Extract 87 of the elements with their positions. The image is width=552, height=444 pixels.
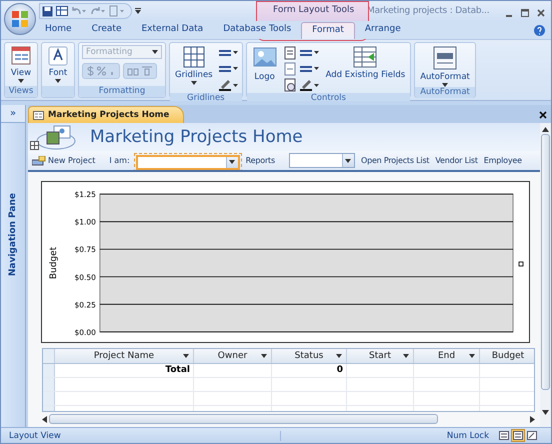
navigation-pane-label[interactable]: Navigation Pane: [8, 193, 18, 276]
view-button[interactable]: [525, 429, 539, 442]
scroll-right-icon[interactable]: [530, 416, 535, 422]
font-button[interactable]: Font: [45, 45, 71, 83]
form-title: Marketing Projects Home: [90, 127, 303, 147]
sort-arrow-icon: [336, 354, 342, 358]
logo-icon: [10, 9, 30, 29]
y-axis-label: Budget: [48, 246, 59, 280]
font-icon: [47, 45, 69, 67]
view-button[interactable]: [511, 429, 525, 442]
link[interactable]: Vendor List: [435, 156, 478, 165]
ribbon-tab[interactable]: Arrange: [354, 22, 411, 39]
window-title: Marketing projects : Datab...: [367, 6, 490, 16]
gridlines-button[interactable]: Gridlines: [173, 45, 215, 85]
table-cell: 0: [272, 364, 347, 377]
document-icon: [284, 46, 296, 60]
page-number-button[interactable]: [284, 61, 296, 77]
dropdown-field[interactable]: [288, 153, 355, 168]
dropdown-arrow-icon: [229, 160, 236, 164]
ribbon-tab[interactable]: Home: [35, 22, 82, 39]
link[interactable]: Open Projects List: [360, 156, 430, 165]
form-icon: [33, 110, 44, 120]
sort-arrow-icon: [183, 354, 189, 358]
close-icon[interactable]: [539, 111, 547, 119]
status-text: Layout View: [9, 430, 281, 440]
link[interactable]: Reports: [246, 156, 275, 165]
scroll-down-icon[interactable]: [542, 410, 549, 415]
autoformat-icon: [432, 45, 458, 71]
field-list-icon: [352, 45, 378, 69]
office-button[interactable]: [4, 3, 36, 35]
dropdown-arrow-icon: [345, 158, 352, 162]
title-button[interactable]: [284, 45, 296, 61]
expand-button[interactable]: »: [1, 105, 25, 123]
group-footer: [42, 86, 74, 97]
date-time-button[interactable]: [284, 77, 296, 93]
help-icon[interactable]: [534, 25, 545, 36]
new-project-button[interactable]: New Project: [32, 156, 96, 166]
link[interactable]: Employee: [484, 156, 522, 165]
document-tab[interactable]: Marketing Projects Home: [28, 106, 184, 123]
sort-arrow-icon: [469, 354, 475, 358]
grid-icon: [182, 45, 206, 69]
ribbon-tab[interactable]: Database Tools: [213, 22, 302, 39]
document-tab-label: Marketing Projects Home: [48, 110, 170, 120]
scroll-left-icon[interactable]: [42, 416, 47, 422]
contextual-group-label: Form Layout Tools: [273, 5, 354, 15]
field-label: I am:: [109, 156, 130, 165]
sort-arrow-icon: [403, 354, 409, 358]
line-color-icon[interactable]: [218, 77, 239, 93]
caret-icon: [18, 79, 24, 83]
form-view-icon: [10, 45, 32, 67]
group-label: Views: [5, 86, 37, 97]
ribbon-tab[interactable]: Create: [82, 22, 132, 39]
column-header[interactable]: Project Name: [94, 351, 154, 361]
view-button[interactable]: [497, 429, 511, 442]
ribbon-tab[interactable]: Format: [301, 22, 355, 39]
clock-icon: [284, 78, 296, 92]
caret-icon: [152, 50, 158, 54]
document-icon: [284, 62, 296, 76]
num-lock-indicator: Num Lock: [446, 430, 489, 440]
increase-decimal-icon: [127, 66, 139, 76]
sort-arrow-icon: [261, 354, 267, 358]
percent-icon: [97, 66, 106, 76]
caret-icon: [190, 81, 197, 85]
new-item-icon: [32, 156, 46, 166]
logo-button[interactable]: Logo: [250, 45, 280, 82]
scrollbar-thumb[interactable]: [49, 414, 438, 424]
line-color-icon[interactable]: [300, 77, 320, 93]
decrease-decimal-icon: [141, 66, 153, 76]
add-existing-fields-button[interactable]: Add Existing Fields: [324, 45, 408, 80]
column-header[interactable]: Budget: [492, 351, 524, 361]
column-header[interactable]: Start: [369, 351, 391, 361]
scrollbar-thumb[interactable]: [541, 134, 550, 390]
column-header[interactable]: Status: [294, 351, 324, 361]
ribbon-tab[interactable]: External Data: [131, 22, 214, 39]
caret-icon: [55, 79, 61, 83]
view-button[interactable]: View: [8, 45, 34, 83]
autoformat-button[interactable]: AutoFormat: [418, 45, 472, 87]
currency-icon: [86, 66, 95, 76]
layout-selector-icon[interactable]: [30, 141, 39, 150]
group-label: AutoFormat: [415, 87, 475, 98]
scroll-up-icon[interactable]: [542, 127, 549, 132]
group-label: Formatting: [79, 86, 165, 97]
table-icon[interactable]: [56, 3, 68, 19]
column-header[interactable]: End: [438, 351, 456, 361]
table-cell: Total: [55, 364, 194, 377]
column-header[interactable]: Owner: [218, 351, 248, 361]
legend-icon: [518, 262, 524, 266]
